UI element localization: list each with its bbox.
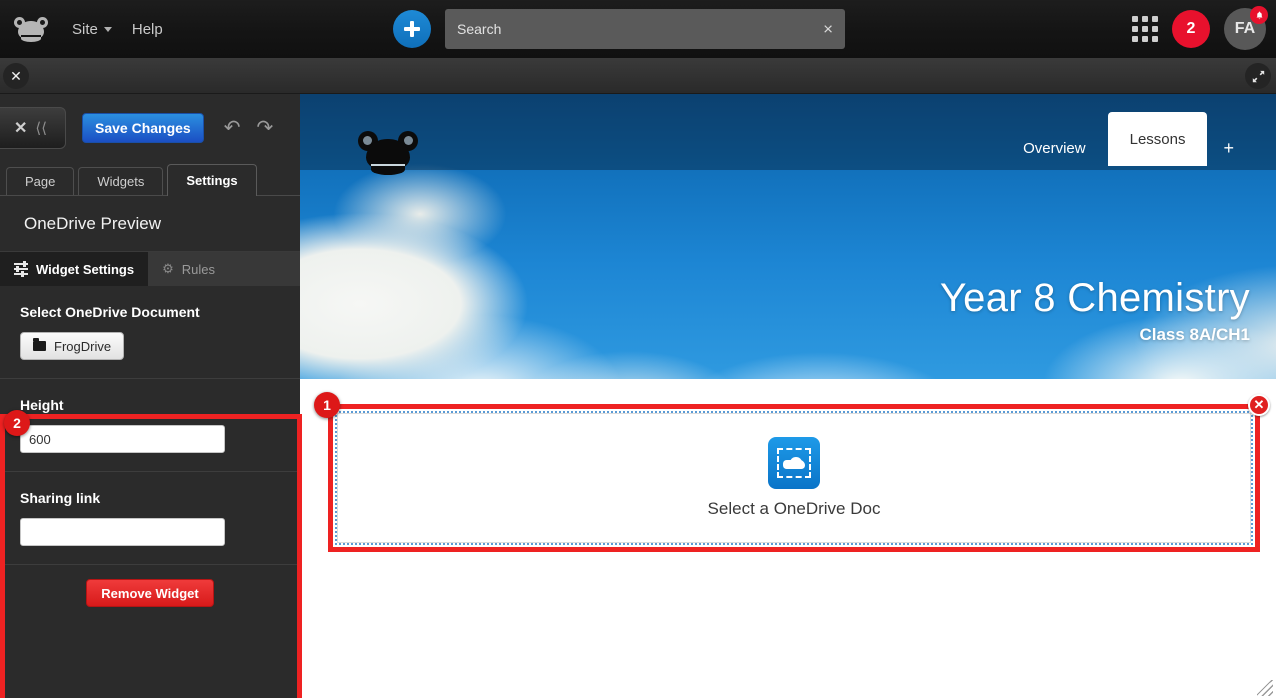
nav-item-site-label: Site bbox=[72, 20, 98, 38]
annotation-badge-1: 1 bbox=[314, 392, 340, 418]
bell-icon bbox=[1250, 6, 1268, 24]
remove-widget-button[interactable]: Remove Widget bbox=[86, 579, 214, 607]
subtab-rules-label: Rules bbox=[181, 261, 216, 277]
close-icon: ✕ bbox=[13, 120, 28, 137]
sliders-icon bbox=[14, 261, 28, 277]
search-input[interactable]: Search × bbox=[445, 9, 845, 49]
undo-icon[interactable]: ↶ bbox=[224, 118, 241, 138]
apps-grid-icon[interactable] bbox=[1132, 16, 1158, 42]
onedrive-widget[interactable]: Select a OneDrive Doc bbox=[337, 413, 1251, 543]
site-tab-lessons[interactable]: Lessons bbox=[1107, 112, 1208, 166]
remove-widget-icon[interactable]: ✕ bbox=[1248, 394, 1270, 416]
close-editor-icon[interactable]: ✕ bbox=[3, 63, 29, 89]
height-section: Height bbox=[0, 379, 300, 472]
tab-widgets[interactable]: Widgets bbox=[78, 167, 164, 195]
nav-item-site[interactable]: Site bbox=[62, 21, 122, 38]
site-tab-overview[interactable]: Overview bbox=[1001, 130, 1108, 166]
sharing-link-input[interactable] bbox=[20, 518, 225, 546]
collapse-panel-icon: ⟨⟨ bbox=[35, 120, 48, 137]
editor-tab-bar: Page Widgets Settings bbox=[0, 162, 300, 196]
widget-settings-form: Select OneDrive Document FrogDrive Heigh… bbox=[0, 286, 300, 621]
frog-logo-icon[interactable] bbox=[14, 16, 48, 42]
annotation-badge-2: 2 bbox=[4, 410, 30, 436]
notification-count-badge[interactable]: 2 bbox=[1172, 10, 1210, 48]
frogdrive-button[interactable]: FrogDrive bbox=[20, 332, 125, 360]
search-input-text: Search bbox=[457, 21, 502, 37]
nav-item-help-label: Help bbox=[131, 20, 163, 38]
save-changes-button[interactable]: Save Changes bbox=[82, 113, 204, 143]
sharing-link-section: Sharing link bbox=[0, 472, 300, 565]
widget-drop-area[interactable]: Select a OneDrive Doc bbox=[335, 411, 1253, 545]
site-preview: Overview Lessons + Year 8 Chemistry Clas… bbox=[300, 94, 1276, 698]
site-subtitle: Class 8A/CH1 bbox=[1139, 325, 1250, 344]
site-banner: Overview Lessons + Year 8 Chemistry Clas… bbox=[300, 94, 1276, 379]
onedrive-widget-label[interactable]: Select a OneDrive Doc bbox=[708, 499, 881, 519]
resize-handle[interactable] bbox=[1257, 680, 1273, 696]
close-icon[interactable]: × bbox=[823, 21, 833, 38]
add-button[interactable] bbox=[393, 10, 431, 48]
remove-widget-section: Remove Widget bbox=[0, 565, 300, 621]
global-top-bar: Site Help Search × 2 FA bbox=[0, 0, 1276, 58]
site-tab-add[interactable]: + bbox=[1207, 130, 1250, 166]
onedrive-icon[interactable] bbox=[768, 437, 820, 489]
editor-frame-bar: ✕ bbox=[0, 58, 1276, 94]
height-input[interactable] bbox=[20, 425, 225, 453]
subtab-widget-settings[interactable]: Widget Settings bbox=[0, 252, 149, 286]
chevron-down-icon bbox=[103, 26, 112, 32]
gears-icon: ⚙ bbox=[162, 261, 174, 276]
frogdrive-button-label: FrogDrive bbox=[54, 338, 112, 354]
height-label: Height bbox=[20, 397, 64, 413]
tab-page[interactable]: Page bbox=[6, 167, 75, 195]
subtab-widget-settings-label: Widget Settings bbox=[36, 261, 135, 277]
site-tab-bar: Overview Lessons + bbox=[1001, 112, 1250, 166]
document-section: Select OneDrive Document FrogDrive bbox=[0, 286, 300, 379]
expand-icon[interactable] bbox=[1245, 63, 1271, 89]
avatar-wrapper: FA bbox=[1224, 6, 1268, 50]
topbar-center-group: Search × bbox=[393, 9, 845, 49]
editor-left-panel: ✕ ⟨⟨ Save Changes ↶ ↷ Page Widgets Setti… bbox=[0, 94, 302, 698]
banner-frog-logo-icon bbox=[358, 131, 418, 175]
sharing-link-label: Sharing link bbox=[20, 490, 101, 506]
folder-icon bbox=[33, 338, 46, 351]
site-title: Year 8 Chemistry bbox=[939, 276, 1250, 320]
document-label: Select OneDrive Document bbox=[20, 304, 200, 320]
nav-item-help[interactable]: Help bbox=[122, 21, 173, 38]
widget-region: Select a OneDrive Doc ✕ 1 bbox=[314, 392, 1270, 552]
close-collapse-button[interactable]: ✕ ⟨⟨ bbox=[0, 107, 66, 149]
undo-redo-group: ↶ ↷ bbox=[224, 118, 274, 138]
app-root: Site Help Search × 2 FA ✕ ✕ ⟨⟨ Save Chan… bbox=[0, 0, 1276, 698]
redo-icon[interactable]: ↷ bbox=[256, 118, 273, 138]
editor-toolbar: ✕ ⟨⟨ Save Changes ↶ ↷ bbox=[0, 94, 300, 162]
panel-title: OneDrive Preview bbox=[0, 196, 300, 252]
widget-subtab-bar: Widget Settings ⚙ Rules bbox=[0, 252, 300, 286]
topbar-right-group: 2 FA bbox=[1132, 0, 1268, 58]
tab-settings[interactable]: Settings bbox=[167, 164, 257, 196]
subtab-rules[interactable]: ⚙ Rules bbox=[148, 252, 229, 286]
